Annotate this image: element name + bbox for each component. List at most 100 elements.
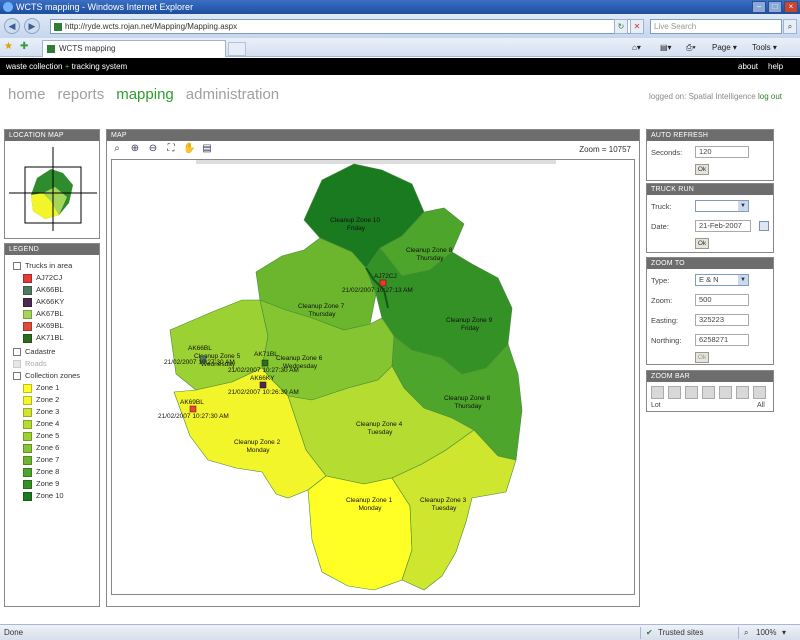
favorites-star-icon[interactable]: ★ — [4, 41, 13, 52]
nav-home[interactable]: home — [8, 86, 46, 103]
auto-refresh-ok-button[interactable]: Ok — [695, 164, 709, 175]
logout-link[interactable]: log out — [758, 92, 782, 101]
truck-id: AK69BL — [36, 321, 64, 330]
zoom-to-ok-button[interactable]: Ok — [695, 352, 709, 363]
legend-zone-item: Zone 1 — [23, 382, 59, 394]
home-icon[interactable]: ⌂▾ — [632, 42, 641, 53]
easting-input[interactable]: 325223 — [695, 314, 749, 326]
url-input[interactable]: http://ryde.wcts.rojan.net/Mapping/Mappi… — [50, 19, 642, 34]
zoom-out-icon[interactable]: ⊖ — [147, 143, 159, 155]
northing-value: 6258271 — [699, 335, 729, 344]
cadastre-label: Cadastre — [25, 347, 56, 356]
legend-truck-item: AK69BL — [23, 320, 64, 332]
print-map-icon[interactable]: ▤ — [201, 143, 213, 155]
legend-cadastre[interactable]: Cadastre — [13, 346, 55, 358]
security-zone: Trusted sites — [658, 628, 704, 637]
truck-marker-time: 21/02/2007 10:27:30 AM — [228, 367, 299, 374]
zone-1-area — [307, 475, 413, 591]
map-viewport[interactable]: Cleanup Zone 10 Friday Cleanup Zone 8 Th… — [111, 159, 635, 595]
pan-hand-icon[interactable]: ✋ — [183, 143, 195, 155]
app-title-plus: + — [64, 62, 70, 71]
add-favorites-icon[interactable]: ✚ — [20, 41, 28, 52]
tools-menu[interactable]: Tools ▾ — [752, 42, 777, 53]
truck-run-panel: TRUCK RUN Truck: ▼ Date: 21-Feb-2007 Ok — [646, 183, 774, 253]
tab-bar: ★ ✚ WCTS mapping ⌂▾ ▤▾ ⎙▾ Page ▾ Tools ▾ — [0, 38, 800, 57]
zone-name: Zone 7 — [36, 455, 60, 464]
page-menu[interactable]: Page ▾ — [712, 42, 737, 53]
new-tab-button[interactable] — [228, 42, 246, 56]
maximize-button[interactable]: □ — [768, 1, 782, 13]
help-link[interactable]: help — [768, 58, 783, 75]
legend-zone-item: Zone 6 — [23, 442, 59, 454]
legend-collection-zones[interactable]: Collection zones — [13, 370, 80, 382]
window-titlebar: WCTS mapping - Windows Internet Explorer… — [0, 0, 800, 14]
truck-swatch-icon — [23, 273, 32, 283]
trucks-checkbox[interactable] — [13, 262, 21, 270]
truck-run-ok-button[interactable]: Ok — [695, 238, 709, 249]
feeds-icon[interactable]: ▤▾ — [660, 42, 672, 53]
zoom-input[interactable]: 500 — [695, 294, 749, 306]
about-link[interactable]: about — [738, 58, 758, 75]
zoom-bar-step[interactable] — [719, 386, 732, 399]
zones-checkbox[interactable] — [13, 372, 21, 380]
stop-icon[interactable]: ✕ — [630, 19, 644, 34]
zoom-bar-step[interactable] — [668, 386, 681, 399]
print-icon[interactable]: ⎙▾ — [686, 42, 696, 53]
zoom-level[interactable]: 100% — [756, 625, 776, 640]
identify-icon[interactable]: ⌕ — [111, 143, 123, 155]
zoom-bar-step[interactable] — [685, 386, 698, 399]
chevron-down-icon: ▼ — [738, 201, 748, 211]
zones-label: Collection zones — [25, 371, 81, 380]
trucks-label: Trucks in area — [25, 261, 73, 270]
nav-reports[interactable]: reports — [58, 86, 105, 103]
zoom-bar-step[interactable] — [702, 386, 715, 399]
zoom-bar-step[interactable] — [651, 386, 664, 399]
zoom-bar-step[interactable] — [753, 386, 766, 399]
legend-zone-item: Zone 3 — [23, 406, 59, 418]
type-select[interactable]: E & N ▼ — [695, 274, 749, 286]
legend-trucks-in-area[interactable]: Trucks in area — [13, 260, 72, 272]
zone-swatch-icon — [23, 395, 32, 405]
nav-mapping[interactable]: mapping — [116, 86, 174, 103]
site-favicon-icon — [54, 23, 62, 31]
zoom-extent-icon[interactable]: ⛶ — [165, 143, 177, 155]
logged-on-label: logged on: — [648, 92, 687, 101]
close-button[interactable]: × — [784, 1, 798, 13]
status-bar: Done ✔ Trusted sites ⌕ 100% ▾ — [0, 624, 800, 640]
zoom-bar-step[interactable] — [736, 386, 749, 399]
seconds-input[interactable]: 120 — [695, 146, 749, 158]
truck-select[interactable]: ▼ — [695, 200, 749, 212]
northing-input[interactable]: 6258271 — [695, 334, 749, 346]
refresh-icon[interactable]: ↻ — [614, 19, 628, 34]
forward-icon[interactable]: ▶ — [24, 18, 40, 34]
date-input[interactable]: 21-Feb-2007 — [695, 220, 751, 232]
minimize-button[interactable]: – — [752, 1, 766, 13]
zone-map[interactable]: Cleanup Zone 10 Friday Cleanup Zone 8 Th… — [112, 160, 634, 594]
nav-administration[interactable]: administration — [186, 86, 279, 103]
tab-wcts-mapping[interactable]: WCTS mapping — [42, 40, 226, 57]
tab-favicon-icon — [47, 45, 55, 53]
cadastre-checkbox[interactable] — [13, 348, 21, 356]
search-icon[interactable]: ⌕ — [783, 19, 797, 34]
zoom-bar-heading: ZOOM BAR — [647, 371, 773, 382]
zoom-in-icon[interactable]: ⊕ — [129, 143, 141, 155]
back-icon[interactable]: ◀ — [4, 18, 20, 34]
truck-id: AK67BL — [36, 309, 64, 318]
zoom-value: 500 — [699, 295, 712, 304]
calendar-icon[interactable] — [759, 221, 769, 231]
truck-label: Truck: — [651, 202, 672, 211]
search-input[interactable]: Live Search — [650, 19, 782, 34]
date-label: Date: — [651, 222, 669, 231]
legend-zone-item: Zone 7 — [23, 454, 59, 466]
truck-swatch-icon — [23, 297, 32, 307]
status-text: Done — [4, 628, 24, 637]
chevron-down-icon[interactable]: ▾ — [782, 625, 786, 640]
address-bar: ◀ ▶ http://ryde.wcts.rojan.net/Mapping/M… — [0, 14, 800, 38]
zoom-level-icon[interactable]: ⌕ — [744, 625, 748, 640]
legend-zone-item: Zone 8 — [23, 466, 59, 478]
zone-name: Zone 4 — [36, 419, 60, 428]
app-title-part2: tracking system — [71, 62, 128, 71]
location-map[interactable] — [7, 143, 99, 235]
truck-marker-time: 21/02/2007 10:27:30 AM — [164, 359, 235, 366]
app-header: waste collection + tracking system about… — [0, 58, 800, 75]
